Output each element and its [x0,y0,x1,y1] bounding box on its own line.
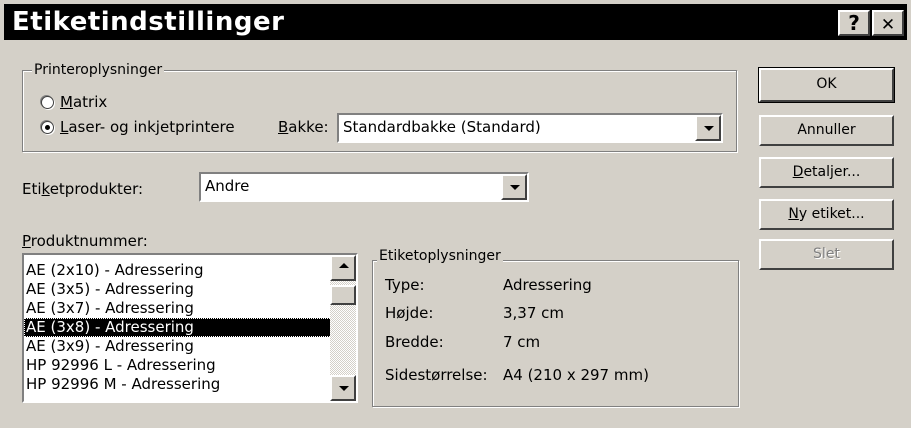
label-products-value: Andre [205,177,250,195]
info-type-value: Adressering [503,276,592,294]
printer-info-legend: Printeroplysninger [32,62,165,78]
help-button[interactable]: ? [838,10,870,36]
window-title: Etiketindstillinger [12,7,285,37]
tray-select-value: Standardbakke (Standard) [343,118,541,136]
info-height-value: 3,37 cm [503,304,565,322]
label-products-dropdown-button[interactable] [501,174,527,200]
list-item-selected[interactable]: AE (3x8) - Adressering [24,318,332,337]
label-products-select[interactable]: Andre [199,172,529,202]
info-pagesize-key: Sidestørrelse: [385,366,488,384]
list-item[interactable]: AE (3x7) - Adressering [24,299,332,318]
list-item[interactable]: AE (3x5) - Adressering [24,280,332,299]
list-item[interactable]: HP 92996 M - Adressering [24,375,332,394]
radio-laser-label[interactable]: Laser- og inkjetprintere [60,118,235,136]
product-number-label: Produktnummer: [22,232,148,250]
label-info-legend: Etiketoplysninger [377,248,503,264]
list-item[interactable]: AE (3x9) - Adressering [24,337,332,356]
tray-dropdown-button[interactable] [695,115,721,141]
dialog-window: Etiketindstillinger ? ✕ Printeroplysning… [0,0,911,428]
tray-select[interactable]: Standardbakke (Standard) [337,113,723,143]
info-width-value: 7 cm [503,333,541,351]
tray-label: Bakke: [278,118,329,136]
product-number-list[interactable]: AE (2x10) - Adressering AE (3x5) - Adres… [22,253,358,403]
help-icon: ? [848,11,860,35]
chevron-up-icon [339,263,349,268]
new-label-button[interactable]: Ny etiket... [759,199,894,230]
delete-button[interactable]: Slet [759,239,894,270]
scroll-down-button[interactable] [330,375,356,401]
ok-button[interactable]: OK [758,67,895,103]
cancel-button[interactable]: Annuller [759,115,894,146]
close-icon: ✕ [880,15,896,35]
info-width-key: Bredde: [385,333,444,351]
info-pagesize-value: A4 (210 x 297 mm) [503,366,649,384]
details-button[interactable]: Detaljer... [759,157,894,188]
label-products-label: Etiketprodukter: [22,180,144,198]
list-item[interactable]: AE (2x10) - Adressering [24,261,332,280]
close-button[interactable]: ✕ [872,10,904,36]
scroll-thumb[interactable] [330,285,356,305]
scroll-up-button[interactable] [330,255,356,281]
chevron-down-icon [339,386,349,391]
chevron-down-icon [704,126,714,131]
radio-matrix-label[interactable]: Matrix [60,93,107,111]
list-scrollbar[interactable] [330,255,356,401]
info-type-key: Type: [385,276,425,294]
list-item[interactable]: HP 92996 L - Adressering [24,356,332,375]
radio-matrix[interactable] [41,96,54,109]
info-height-key: Højde: [385,304,434,322]
chevron-down-icon [510,185,520,190]
title-bar[interactable]: Etiketindstillinger ? ✕ [4,4,907,40]
radio-laser[interactable] [41,121,54,134]
